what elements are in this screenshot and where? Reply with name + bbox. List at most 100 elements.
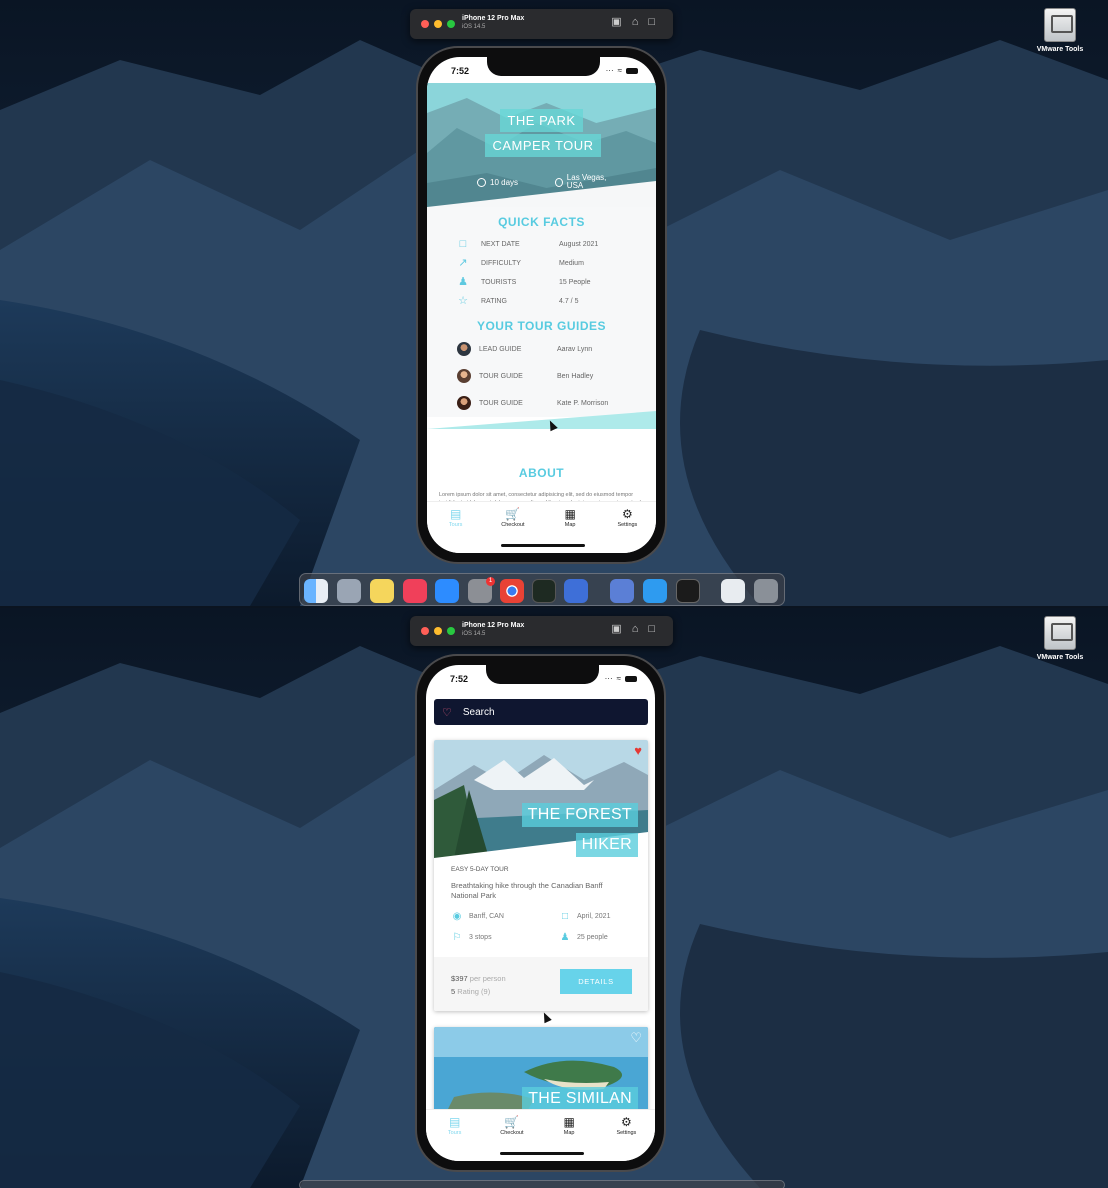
fact-row: □ NEXT DATE August 2021 — [457, 238, 637, 250]
window-controls[interactable] — [421, 627, 455, 635]
tour-location: ◉ Banff, CAN — [452, 911, 504, 922]
notification-badge: 1 — [486, 577, 495, 586]
fact-row: ☆ RATING 4.7 / 5 — [458, 295, 579, 307]
simulator-toolbar[interactable]: iPhone 12 Pro Max iOS 14.5 ▣ ⌂ □ — [410, 9, 673, 39]
tab-tours[interactable]: ▤ Tours — [435, 1116, 475, 1161]
heart-filled-icon[interactable]: ♥ — [634, 744, 642, 757]
xcode-icon[interactable] — [564, 579, 588, 603]
simulator-toolbar[interactable]: iPhone 12 Pro Max iOS 14.5 ▣ ⌂ □ — [410, 616, 673, 646]
minimize-window-button[interactable] — [434, 627, 442, 635]
close-window-button[interactable] — [421, 20, 429, 28]
vmware-tools-desktop-item[interactable]: VMware Tools — [1034, 616, 1086, 661]
tour-card[interactable]: ♡ THE SIMILAN — [434, 1027, 648, 1117]
wifi-icon: ≈ — [616, 674, 621, 683]
home-indicator[interactable] — [501, 544, 585, 547]
fact-row: ♟ TOURISTS 15 People — [458, 276, 591, 288]
tour-card[interactable]: ♥ THE FOREST HIKER EASY 5-DAY TOUR Breat… — [434, 740, 648, 1011]
briefcase-icon: ▤ — [449, 507, 462, 521]
vmware-tools-desktop-item[interactable]: VMware Tools — [1034, 8, 1086, 53]
rotate-icon[interactable]: □ — [648, 624, 655, 635]
finder-icon[interactable] — [304, 579, 328, 603]
vmware-tools-label: VMware Tools — [1036, 654, 1084, 661]
trending-icon: ↗ — [458, 257, 468, 269]
minimize-window-button[interactable] — [434, 20, 442, 28]
calendar-icon: □ — [459, 238, 467, 250]
tour-summary: Breathtaking hike through the Canadian B… — [451, 881, 603, 900]
terminal-icon[interactable] — [676, 579, 700, 603]
tour-card-body: EASY 5-DAY TOUR Breathtaking hike throug… — [434, 858, 648, 943]
battery-icon — [626, 67, 638, 74]
close-window-button[interactable] — [421, 627, 429, 635]
launchpad-icon[interactable] — [337, 579, 361, 603]
flag-icon: ⚐ — [452, 932, 462, 943]
screenshot-icon[interactable]: ▣ — [611, 17, 621, 28]
chrome-icon[interactable] — [500, 579, 524, 603]
signal-icon: ··· — [605, 66, 614, 75]
briefcase-icon: ▤ — [448, 1115, 461, 1129]
desktop-screen-bottom: iPhone 12 Pro Max iOS 14.5 ▣ ⌂ □ VMware … — [0, 608, 1108, 1188]
status-time: 7:52 — [451, 66, 470, 76]
zoom-window-button[interactable] — [447, 20, 455, 28]
details-button[interactable]: DETAILS — [560, 969, 632, 994]
quick-facts-heading: QUICK FACTS — [498, 215, 585, 229]
guide-row: TOUR GUIDE Kate P. Morrison — [457, 396, 637, 410]
tour-people: ♟ 25 people — [560, 932, 608, 943]
phone-notch — [487, 57, 600, 76]
about-heading: ABOUT — [518, 466, 565, 480]
tour-price: $397 per person 5 Rating (9) — [451, 974, 506, 996]
simulator-device-name: iPhone 12 Pro Max — [462, 622, 525, 629]
tour-detail-screen: 7:52 ··· ≈ THE PARK CAMPER TOUR 10 days … — [427, 57, 656, 553]
safari-icon[interactable] — [643, 579, 667, 603]
screenshot-icon[interactable]: ▣ — [611, 624, 621, 635]
tab-tours[interactable]: ▤ Tours — [436, 508, 476, 553]
user-icon: ♟ — [458, 276, 468, 288]
app-store-icon[interactable] — [435, 579, 459, 603]
map-icon: ▦ — [563, 1115, 575, 1129]
avatar — [457, 369, 471, 383]
tour-title-line2: CAMPER TOUR — [485, 134, 601, 157]
status-icons: ··· ≈ — [606, 66, 638, 75]
tour-stops: ⚐ 3 stops — [452, 932, 492, 943]
disk-icon — [1044, 616, 1076, 650]
clock-icon — [477, 178, 486, 187]
tour-subtitle: EASY 5-DAY TOUR — [451, 866, 509, 873]
tab-settings[interactable]: ⚙ Settings — [607, 508, 647, 553]
iphone-frame: 7:52 ··· ≈ THE PARK CAMPER TOUR 10 days … — [416, 46, 667, 564]
documents-folder-icon[interactable] — [721, 579, 745, 603]
tour-date: □ April, 2021 — [559, 911, 639, 922]
home-icon[interactable]: ⌂ — [632, 624, 639, 635]
user-icon: ♟ — [560, 932, 570, 943]
simulator-device-name: iPhone 12 Pro Max — [462, 15, 525, 22]
avatar — [457, 342, 471, 356]
vmware-tools-label: VMware Tools — [1036, 46, 1084, 53]
window-controls[interactable] — [421, 20, 455, 28]
zoom-window-button[interactable] — [447, 627, 455, 635]
xcode-tools-icon[interactable] — [610, 579, 634, 603]
home-indicator[interactable] — [500, 1152, 584, 1155]
card-title-line1: THE FOREST — [521, 803, 638, 827]
search-bar[interactable]: ♡ Search — [434, 699, 648, 725]
location-pin-icon: ◉ — [452, 911, 462, 922]
tour-guides-heading: YOUR TOUR GUIDES — [476, 319, 607, 333]
rotate-icon[interactable]: □ — [648, 17, 655, 28]
music-icon[interactable] — [403, 579, 427, 603]
heart-outline-icon[interactable]: ♡ — [630, 1031, 642, 1044]
tab-settings[interactable]: ⚙ Settings — [606, 1116, 646, 1161]
simulator-os-version: iOS 14.5 — [462, 24, 486, 30]
guide-row: LEAD GUIDE Aarav Lynn — [457, 342, 637, 356]
search-input[interactable]: Search — [463, 707, 495, 718]
trash-icon[interactable] — [754, 579, 778, 603]
activity-monitor-icon[interactable] — [532, 579, 556, 603]
simulator-os-version: iOS 14.5 — [462, 631, 486, 637]
avatar — [457, 396, 471, 410]
status-icons: ··· ≈ — [605, 674, 637, 683]
tour-title-line1: THE PARK — [500, 109, 583, 132]
heart-outline-icon[interactable]: ♡ — [442, 706, 452, 719]
tour-card-footer: $397 per person 5 Rating (9) DETAILS — [434, 957, 648, 1011]
home-icon[interactable]: ⌂ — [632, 17, 639, 28]
disk-icon — [1044, 8, 1076, 42]
tour-card-image: ♡ THE SIMILAN — [434, 1027, 648, 1117]
notes-icon[interactable] — [370, 579, 394, 603]
card-title-line1: THE SIMILAN — [522, 1087, 638, 1111]
battery-icon — [625, 675, 637, 682]
